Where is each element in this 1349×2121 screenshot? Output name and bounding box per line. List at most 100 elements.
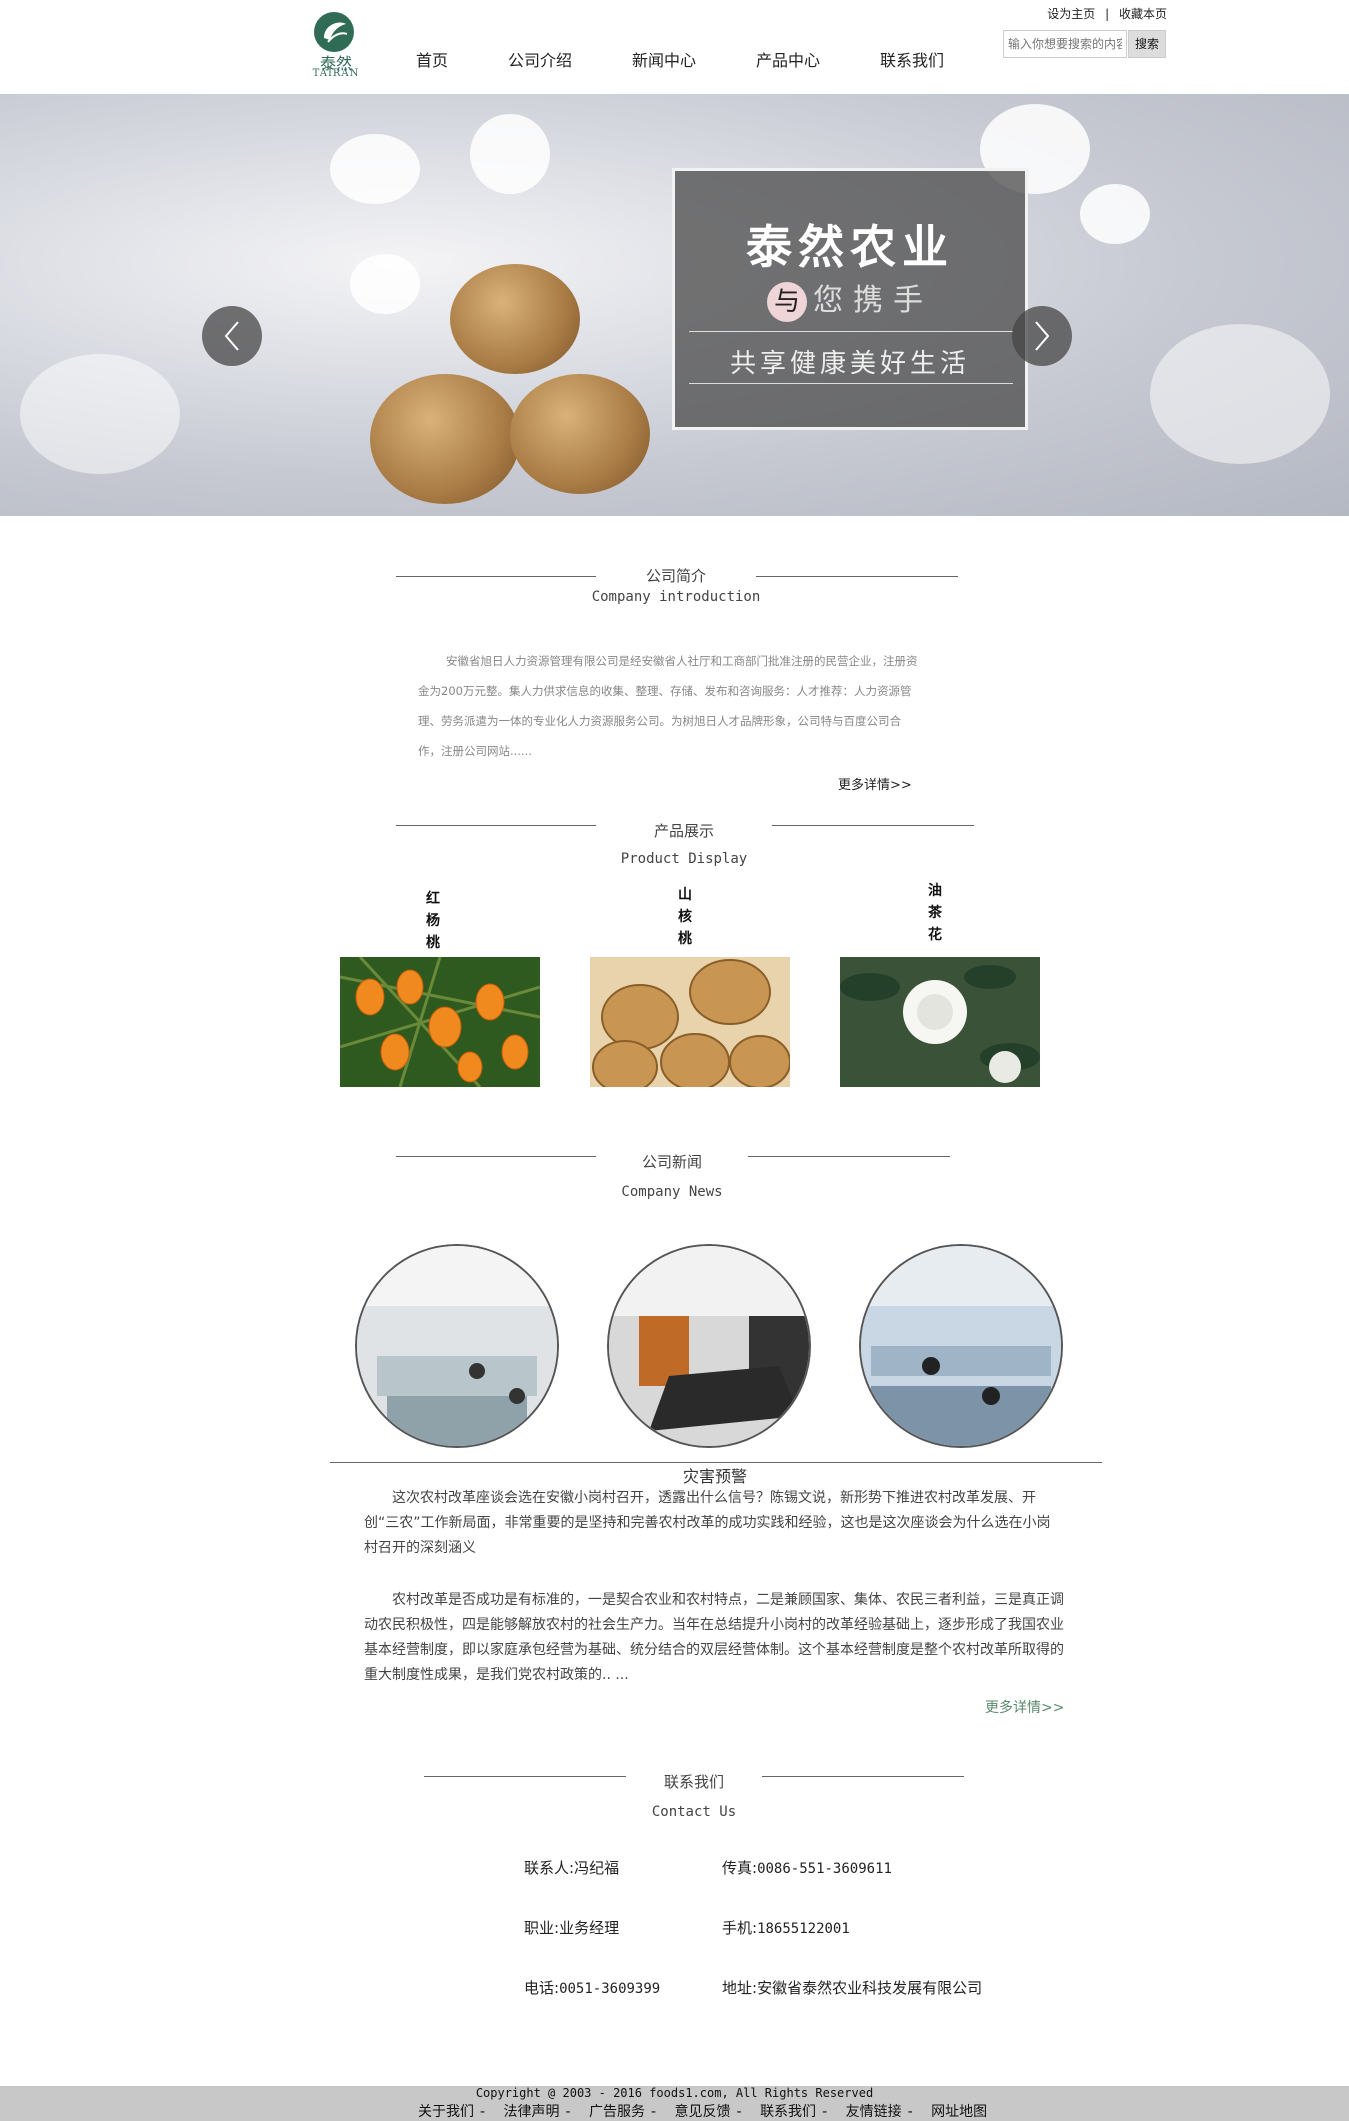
- product-label-char: 山: [678, 887, 692, 903]
- logo-text-en: TAIRAN: [312, 68, 360, 79]
- footer-link-sitemap[interactable]: 网址地图: [931, 2104, 987, 2120]
- footer-link-friends[interactable]: 友情链接: [846, 2104, 902, 2120]
- news-image-workspace[interactable]: [859, 1244, 1063, 1448]
- contact-subtitle: Contact Us: [651, 1804, 737, 1820]
- footer-link-feedback[interactable]: 意见反馈: [675, 2104, 731, 2120]
- section-divider: [772, 825, 974, 826]
- nav-contact[interactable]: 联系我们: [880, 47, 944, 71]
- camellia-image: [840, 957, 1040, 1087]
- office-photo: [357, 1246, 557, 1446]
- bookmark-link[interactable]: 收藏本页: [1119, 7, 1167, 21]
- nav-news[interactable]: 新闻中心: [632, 47, 696, 71]
- blossom-shape: [350, 254, 420, 314]
- contact-person-value: 冯纪福: [574, 1859, 620, 1877]
- product-label-char: 红: [426, 891, 440, 907]
- section-divider: [748, 1156, 950, 1157]
- product-label-char: 核: [678, 909, 692, 925]
- logo[interactable]: 泰然 TAIRAN: [306, 12, 366, 79]
- contact-mobile-label: 手机:: [722, 1919, 758, 1937]
- product-label-char: 杨: [426, 913, 440, 929]
- contact-person: 联系人:冯纪福: [524, 1857, 619, 1878]
- nav-products[interactable]: 产品中心: [756, 47, 820, 71]
- footer-link-separator: -: [565, 2104, 571, 2120]
- news-image-office[interactable]: [355, 1244, 559, 1448]
- product-image-camellia[interactable]: [840, 957, 1040, 1087]
- banner-subtitle: 与您携手: [675, 275, 1025, 322]
- news-title: 公司新闻: [641, 1153, 702, 1171]
- top-links: 设为主页 | 收藏本页: [1047, 5, 1167, 22]
- contact-job-value: 业务经理: [559, 1919, 620, 1937]
- footer-link-separator: -: [907, 2104, 913, 2120]
- blossom-shape: [1080, 184, 1150, 244]
- section-divider: [396, 1156, 596, 1157]
- section-divider: [396, 825, 596, 826]
- blossom-shape: [470, 114, 550, 194]
- search-button[interactable]: 搜索: [1128, 30, 1166, 58]
- contact-fax-label: 传真:: [722, 1859, 758, 1877]
- intro-more-link[interactable]: 更多详情>>: [838, 774, 912, 793]
- set-homepage-link[interactable]: 设为主页: [1047, 7, 1095, 21]
- carousel-next-button[interactable]: [1012, 306, 1072, 366]
- search-input[interactable]: [1003, 30, 1127, 58]
- contact-phone: 电话:0051-3609399: [524, 1977, 660, 1998]
- contact-title: 联系我们: [663, 1773, 724, 1791]
- walnut-shape: [450, 264, 580, 374]
- section-divider: [756, 576, 958, 577]
- intro-subtitle: Company introduction: [591, 589, 761, 605]
- product-label-char: 油: [928, 883, 942, 899]
- news-headline[interactable]: 灾害预警: [665, 1463, 765, 1487]
- walnut-image: [590, 957, 790, 1087]
- banner-slogan-box: 泰然农业 与您携手 共享健康美好生活: [672, 168, 1028, 430]
- product-label-char: 桃: [426, 935, 440, 951]
- banner-tagline: 共享健康美好生活: [729, 349, 970, 379]
- contact-mobile: 手机:18655122001: [722, 1917, 850, 1938]
- chevron-right-icon: [1035, 321, 1050, 351]
- top-links-separator: |: [1105, 7, 1110, 21]
- banner-carousel: 泰然农业 与您携手 共享健康美好生活: [0, 94, 1349, 516]
- contact-mobile-value: 18655122001: [757, 1921, 850, 1937]
- footer-link-separator: -: [651, 2104, 657, 2120]
- contact-job-label: 职业:: [524, 1919, 560, 1937]
- footer-link-about[interactable]: 关于我们: [418, 2104, 474, 2120]
- news-more-link[interactable]: 更多详情>>: [985, 1697, 1064, 1717]
- section-divider: [396, 576, 596, 577]
- footer-link-separator: -: [736, 2104, 742, 2120]
- news-paragraph: 这次农村改革座谈会选在安徽小岗村召开，透露出什么信号？陈锡文说，新形势下推进农村…: [364, 1490, 1051, 1556]
- blossom-shape: [330, 134, 420, 204]
- footer-link-separator: -: [480, 2104, 486, 2120]
- section-divider: [424, 1776, 626, 1777]
- product-image-walnut[interactable]: [590, 957, 790, 1087]
- intro-title: 公司简介: [645, 567, 706, 585]
- contact-address: 地址:安徽省泰然农业科技发展有限公司: [722, 1977, 982, 1998]
- contact-phone-label: 电话:: [524, 1979, 560, 1997]
- footer-link-ads[interactable]: 广告服务: [589, 2104, 645, 2120]
- contact-address-value: 安徽省泰然农业科技发展有限公司: [757, 1979, 983, 1997]
- carousel-prev-button[interactable]: [202, 306, 262, 366]
- product-image-starfruit[interactable]: [340, 957, 540, 1087]
- footer-copyright: Copyright @ 2003 - 2016 foods1.com, All …: [475, 2086, 874, 2100]
- chevron-left-icon: [224, 321, 239, 351]
- products-subtitle: Product Display: [620, 851, 748, 867]
- starfruit-tree-image: [340, 957, 540, 1087]
- contact-fax-value: 0086-551-3609611: [757, 1861, 892, 1877]
- blossom-shape: [1150, 324, 1330, 464]
- news-paragraph: 农村改革是否成功是有标准的，一是契合农业和农村特点，二是兼顾国家、集体、农民三者…: [364, 1592, 1064, 1683]
- banner-divider: [689, 331, 1013, 332]
- news-image-meeting-room[interactable]: [607, 1244, 811, 1448]
- intro-text: 安徽省旭日人力资源管理有限公司是经安徽省人社厅和工商部门批准注册的民营企业，注册…: [418, 654, 918, 758]
- banner-badge: 与: [767, 282, 807, 322]
- banner-subtitle-text: 您携手: [813, 283, 933, 318]
- nav-home[interactable]: 首页: [416, 47, 448, 71]
- product-label-walnut: 山 核 桃: [675, 884, 695, 950]
- products-title: 产品展示: [653, 822, 714, 840]
- walnut-shape: [510, 374, 650, 494]
- blossom-shape: [20, 354, 180, 474]
- section-divider: [762, 1776, 964, 1777]
- walnut-shape: [370, 374, 520, 504]
- footer-links: 关于我们 - 法律声明 - 广告服务 - 意见反馈 - 联系我们 - 友情链接 - 网址地图: [418, 2101, 987, 2121]
- footer-link-legal[interactable]: 法律声明: [504, 2104, 560, 2120]
- footer-link-contact[interactable]: 联系我们: [760, 2104, 816, 2120]
- banner-divider: [689, 383, 1013, 384]
- product-label-char: 茶: [928, 905, 942, 921]
- nav-about[interactable]: 公司介绍: [508, 47, 572, 71]
